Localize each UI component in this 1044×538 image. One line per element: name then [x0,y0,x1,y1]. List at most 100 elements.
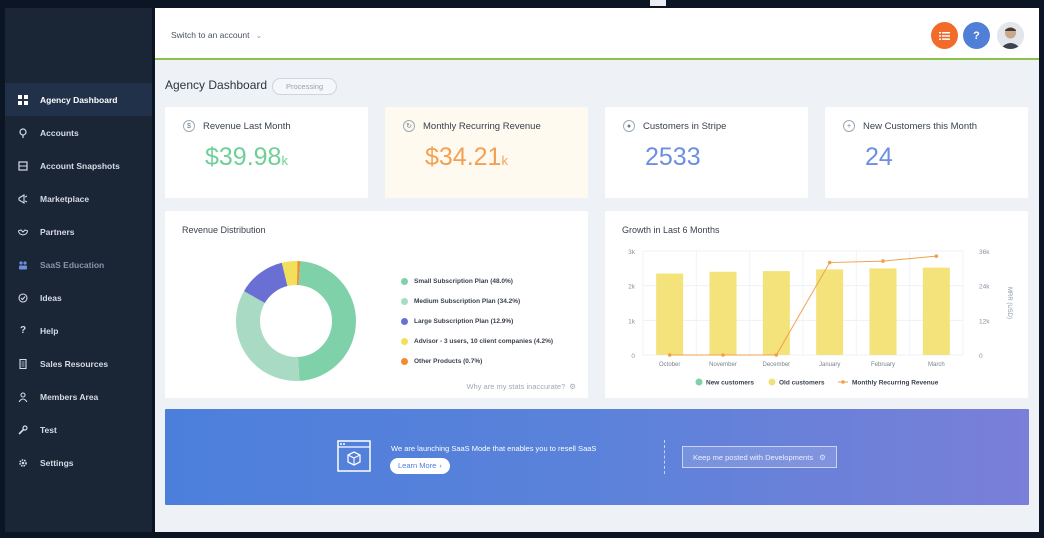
sidebar-item-agency-dashboard[interactable]: Agency Dashboard [5,83,152,116]
learn-more-button[interactable]: Learn More › [390,458,450,474]
legend-label: New customers [706,380,754,387]
bar-old-customers [762,271,790,355]
revenue-donut-chart [236,261,356,381]
legend-swatch [841,380,845,384]
avatar[interactable] [997,22,1024,49]
sidebar-item-saas-education[interactable]: SaaS Education [5,248,152,281]
sidebar-item-members-area[interactable]: Members Area [5,380,152,413]
user-avatar-icon [997,22,1024,49]
legend-swatch [401,337,408,345]
dollar-icon: $ [183,120,195,132]
sidebar-item-label: Marketplace [40,193,90,204]
growth-card: Growth in Last 6 Months 0 1k 2k 3k 0 12k 24k 36… [605,211,1028,398]
stat-value-unit: k [281,153,288,168]
sidebar-item-account-snapshots[interactable]: Account Snapshots [5,149,152,182]
stat-card-revenue-last-month: $ Revenue Last Month $39.98k [165,107,368,198]
y-tick-label-left: 3k [628,249,636,256]
sidebar-item-test[interactable]: Test [5,413,152,446]
account-switcher[interactable]: Switch to an account ⌄ [171,30,262,40]
sidebar-item-partners[interactable]: Partners [5,215,152,248]
sidebar-nav: Agency Dashboard Accounts Account Snapsh… [5,83,152,479]
y-tick-label-right: 12k [979,318,990,325]
stat-value: 24 [865,143,893,171]
sidebar-item-ideas[interactable]: Ideas [5,281,152,314]
stat-label-text: Revenue Last Month [203,120,291,132]
spinner-icon: ⚙ [819,452,826,462]
sidebar-item-label: Account Snapshots [40,160,120,171]
megaphone-icon [18,193,28,204]
sidebar-item-label: Sales Resources [40,358,109,369]
bar-old-customers [816,269,844,355]
y-tick-label-left: 2k [628,284,636,291]
sidebar: Agency Dashboard Accounts Account Snapsh… [5,8,152,532]
notifications-button[interactable] [931,22,958,49]
chevron-right-icon: › [439,461,442,470]
saas-box-icon [337,440,371,472]
card-title: Revenue Distribution [182,225,266,235]
legend-label: Old customers [779,380,825,387]
sidebar-item-label: Members Area [40,391,99,402]
legend-item: Advisor - 3 users, 10 client companies (… [401,331,553,351]
mrr-point [934,254,939,258]
y-tick-label-left: 0 [631,353,635,360]
bar-old-customers [709,271,737,355]
x-tick-label: February [871,362,895,368]
keep-me-posted-button[interactable]: Keep me posted with Developments ⚙ [682,446,837,468]
handshake-icon [18,227,28,237]
stat-label-text: Customers in Stripe [643,120,727,132]
stat-label-text: New Customers this Month [863,120,978,132]
stat-label-text: Monthly Recurring Revenue [423,120,541,132]
donut-slice [281,261,298,287]
legend-swatch [401,297,408,305]
y-tick-label-right: 0 [979,353,983,360]
stat-label: ● Customers in Stripe [623,120,726,132]
y-tick-label-left: 1k [628,318,636,325]
y-axis-label-right: MRR (USD) [1006,287,1012,319]
legend-label: Large Subscription Plan (12.9%) [414,317,514,325]
gear-icon [18,458,28,468]
sidebar-item-marketplace[interactable]: Marketplace [5,182,152,215]
sidebar-item-help[interactable]: ? Help [5,314,152,347]
keep-me-posted-label: Keep me posted with Developments [693,452,814,462]
stats-accuracy-link[interactable]: Why are my stats inaccurate? ⚙ [466,382,576,391]
x-tick-label: March [928,362,945,368]
help-button[interactable]: ? [963,22,990,49]
recurring-icon: ↻ [403,120,415,132]
legend-swatch [401,277,408,285]
bar-old-customers [656,273,684,355]
stat-value: 2533 [645,143,701,171]
sidebar-item-label: SaaS Education [40,259,105,270]
revenue-distribution-card: Revenue Distribution Small Subscription … [165,211,588,398]
document-icon [18,358,28,369]
sidebar-item-label: Accounts [40,127,79,138]
donut-slice [236,291,300,381]
x-tick-label: January [819,362,840,368]
bar-old-customers [922,267,950,355]
sidebar-item-accounts[interactable]: Accounts [5,116,152,149]
banner-divider [664,440,665,474]
legend-item: Small Subscription Plan (48.0%) [401,271,553,291]
donut-slice [297,261,356,381]
sidebar-item-sales-resources[interactable]: Sales Resources [5,347,152,380]
stat-card-customers-in-stripe: ● Customers in Stripe 2533 [605,107,808,198]
saas-mode-banner: We are launching SaaS Mode that enables … [165,409,1029,505]
snapshot-icon [18,160,28,171]
sidebar-item-label: Partners [40,226,75,237]
stat-value: $34.21k [425,143,508,172]
bar-old-customers [869,268,897,355]
y-tick-label-right: 36k [979,249,990,256]
sidebar-item-settings[interactable]: Settings [5,446,152,479]
stat-card-new-customers: + New Customers this Month 24 [825,107,1028,198]
x-tick-label: December [762,362,790,368]
location-pin-icon [18,127,28,138]
stat-value-number: $39.98 [205,143,282,171]
page-title: Agency Dashboard [165,78,268,92]
top-bar: Switch to an account ⌄ ? [155,8,1039,60]
legend-item: Large Subscription Plan (12.9%) [401,311,553,331]
x-tick-label: October [659,362,680,368]
top-edge-mark [650,0,666,6]
stat-value: $39.98k [205,143,288,172]
mrr-point [774,353,779,357]
sidebar-item-label: Settings [40,457,74,468]
main-content: Switch to an account ⌄ ? Agency Dashboar… [155,8,1039,532]
